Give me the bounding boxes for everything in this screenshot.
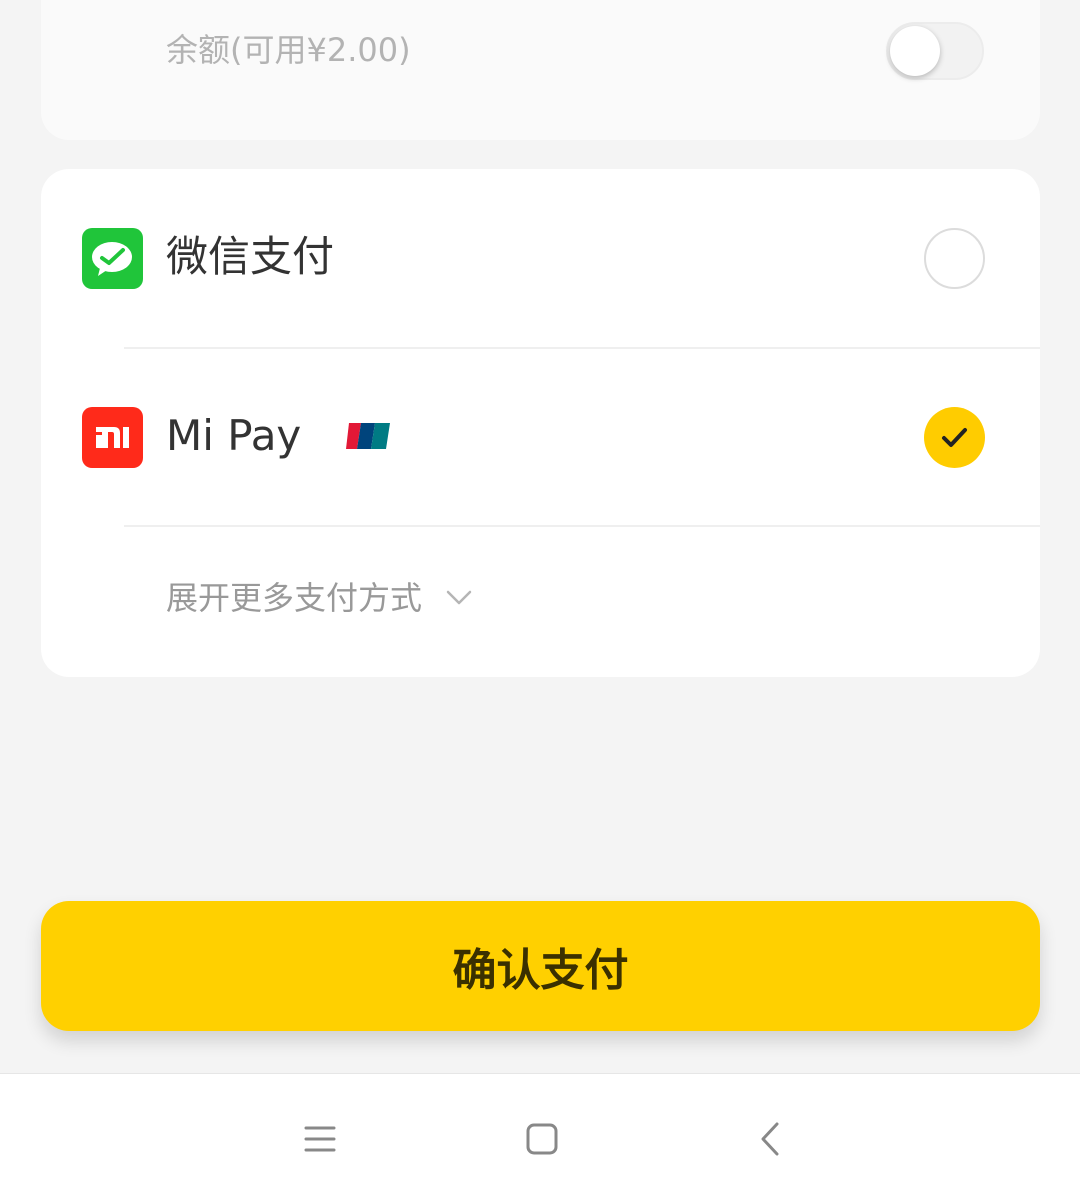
chevron-down-icon: [446, 590, 472, 605]
payment-methods-card: 微信支付 Mi Pay 展开更多支付方式: [41, 169, 1040, 677]
expand-label: 展开更多支付方式: [166, 579, 423, 617]
payment-option-wechat[interactable]: 微信支付: [41, 169, 1040, 347]
mi-icon: [82, 407, 143, 468]
confirm-payment-button[interactable]: 确认支付: [41, 901, 1040, 1031]
expand-more-methods[interactable]: 展开更多支付方式: [41, 526, 1040, 677]
toggle-knob: [890, 26, 940, 76]
balance-card: 余额(可用¥2.00): [41, 0, 1040, 140]
check-icon: [942, 428, 967, 447]
payment-page: 余额(可用¥2.00) 微信支付 Mi Pay 展开更多支付方式 确认支付: [0, 0, 1080, 1203]
radio-mipay[interactable]: [924, 407, 985, 468]
unionpay-icon: [345, 422, 391, 450]
wechat-icon: [82, 228, 143, 289]
radio-wechat[interactable]: [924, 228, 985, 289]
menu-icon[interactable]: [300, 1119, 340, 1159]
system-nav-bar: [0, 1073, 1080, 1203]
balance-label: 余额(可用¥2.00): [166, 31, 411, 69]
payment-label-wechat: 微信支付: [166, 232, 335, 281]
balance-toggle[interactable]: [886, 22, 984, 80]
payment-label-mipay: Mi Pay: [166, 411, 302, 460]
payment-option-mipay[interactable]: Mi Pay: [41, 348, 1040, 526]
back-icon[interactable]: [750, 1119, 790, 1159]
home-icon[interactable]: [522, 1119, 562, 1159]
